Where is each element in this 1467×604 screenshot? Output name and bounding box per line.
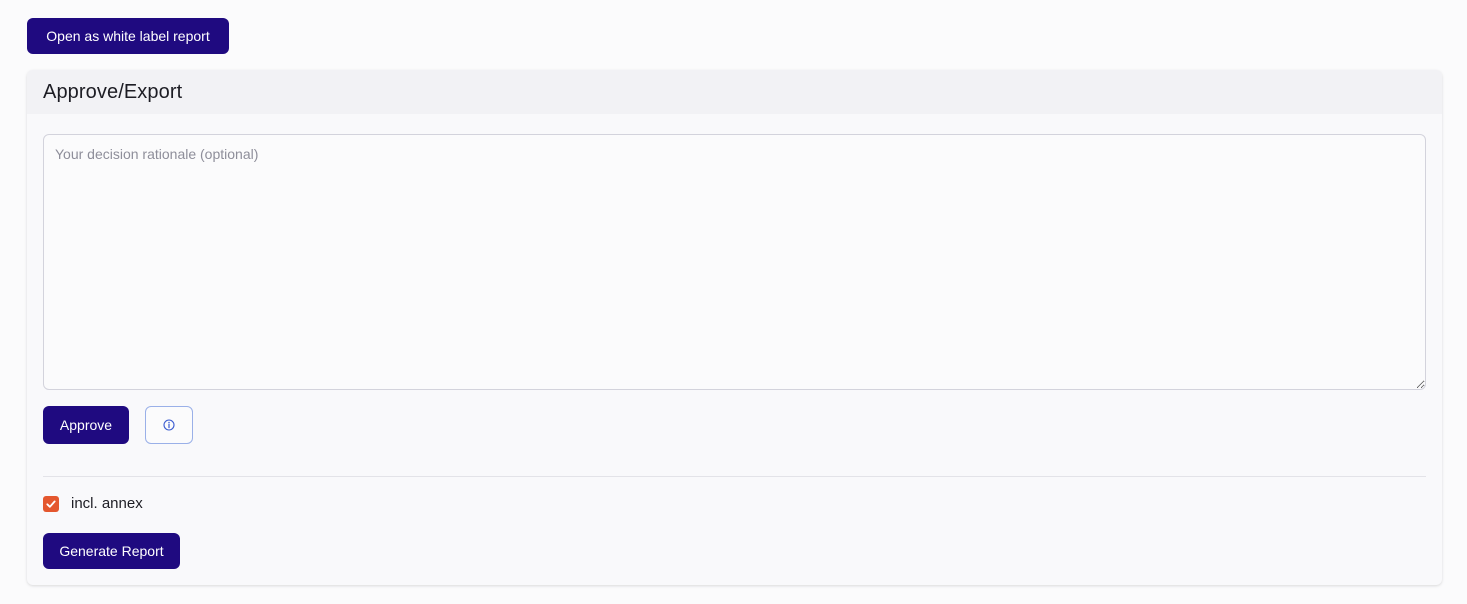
- include-annex-row: incl. annex: [43, 495, 143, 512]
- page: Open as white label report Approve/Expor…: [0, 0, 1467, 604]
- info-button[interactable]: [145, 406, 193, 444]
- info-circle-icon: [163, 419, 175, 431]
- divider: [43, 476, 1426, 477]
- card-header: Approve/Export: [27, 70, 1442, 114]
- decision-rationale-textarea[interactable]: [43, 134, 1426, 390]
- card-title: Approve/Export: [43, 80, 183, 103]
- approve-button[interactable]: Approve: [43, 406, 129, 444]
- checkmark-icon: [46, 500, 56, 508]
- include-annex-checkbox[interactable]: [43, 495, 59, 512]
- include-annex-label: incl. annex: [71, 495, 143, 512]
- open-white-label-report-button[interactable]: Open as white label report: [27, 18, 229, 54]
- approve-export-card: Approve/Export Approve: [27, 70, 1442, 585]
- generate-report-button[interactable]: Generate Report: [43, 533, 180, 569]
